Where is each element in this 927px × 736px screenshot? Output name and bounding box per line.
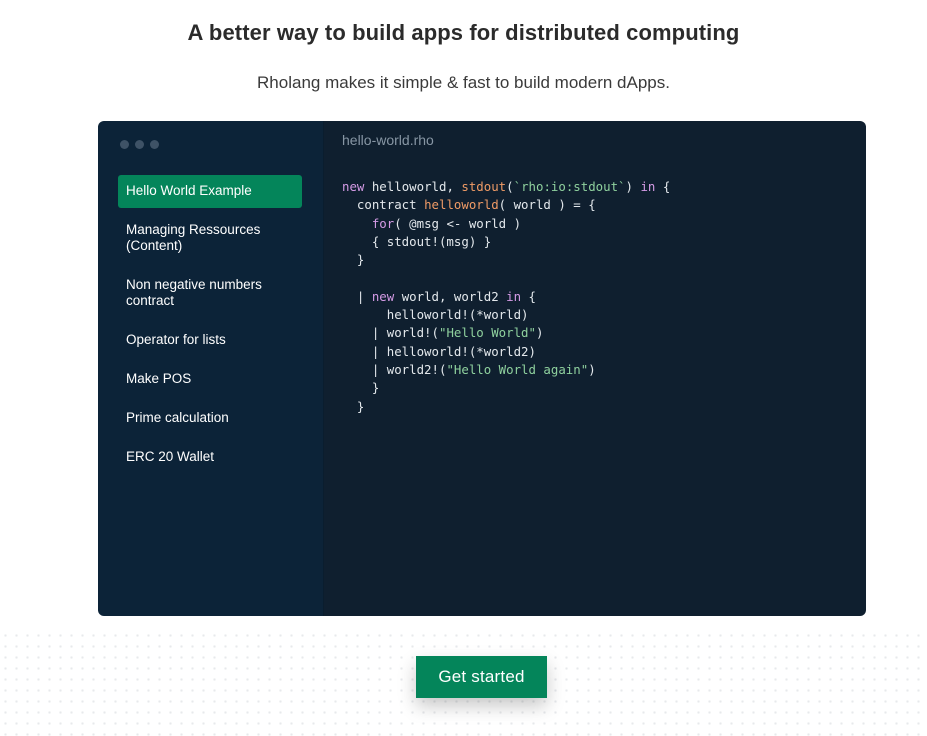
code-example-window: Hello World Example Managing Ressources … — [98, 121, 866, 616]
code-line: helloworld!(*world) — [342, 307, 529, 323]
code-line: for( @msg <- world ) — [371, 215, 522, 231]
code-line: } — [342, 252, 365, 268]
code-line: | world!("Hello World") — [342, 325, 544, 341]
code-line: new helloworld, stdout(`rho:io:stdout`) … — [342, 179, 671, 194]
page-subtitle: Rholang makes it simple & fast to build … — [257, 73, 670, 92]
window-dot-icon — [135, 140, 144, 149]
code-pane: hello-world.rho new helloworld, stdout(`… — [324, 121, 866, 616]
sidebar-item-managing-ressources[interactable]: Managing Ressources (Content) — [118, 214, 302, 263]
code-line: | helloworld!(*world2) — [342, 343, 536, 359]
code-block: new helloworld, stdout(`rho:io:stdout`) … — [342, 178, 670, 416]
window-dot-icon — [120, 140, 129, 149]
file-name: hello-world.rho — [342, 132, 434, 148]
window-controls — [120, 140, 159, 149]
sidebar-item-hello-world-example[interactable]: Hello World Example — [118, 175, 302, 208]
code-line: } — [342, 398, 365, 414]
window-dot-icon — [150, 140, 159, 149]
code-line: } — [342, 380, 380, 396]
examples-menu: Hello World Example Managing Ressources … — [118, 175, 302, 480]
sidebar-item-prime-calculation[interactable]: Prime calculation — [118, 402, 302, 435]
code-line: | new world, world2 in { — [342, 288, 536, 304]
page-title: A better way to build apps for distribut… — [187, 20, 740, 45]
sidebar-item-make-pos[interactable]: Make POS — [118, 363, 302, 396]
code-line: contract helloworld( world ) = { — [342, 197, 596, 213]
code-line: { stdout!(msg) } — [342, 233, 492, 249]
sidebar-item-erc20-wallet[interactable]: ERC 20 Wallet — [118, 441, 302, 474]
get-started-button[interactable]: Get started — [416, 656, 547, 698]
examples-sidebar: Hello World Example Managing Ressources … — [98, 121, 324, 616]
code-line: | world2!("Hello World again") — [342, 361, 596, 377]
sidebar-item-operator-for-lists[interactable]: Operator for lists — [118, 324, 302, 357]
sidebar-item-non-negative-numbers[interactable]: Non negative numbers contract — [118, 269, 302, 318]
